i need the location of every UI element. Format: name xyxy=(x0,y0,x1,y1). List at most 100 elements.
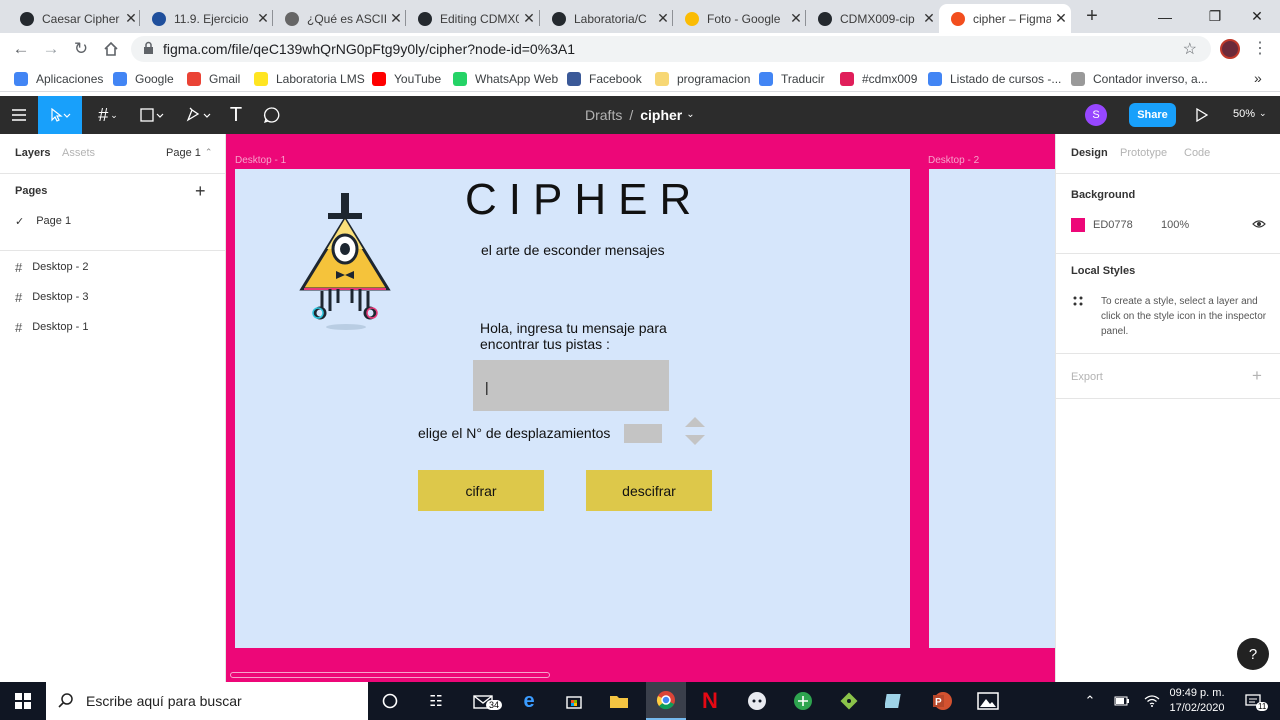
bookmark-item[interactable]: Gmail xyxy=(187,70,240,88)
eye-icon[interactable] xyxy=(1252,219,1266,232)
git-icon[interactable] xyxy=(831,682,867,720)
shift-input[interactable] xyxy=(624,424,662,443)
bookmark-item[interactable]: Traducir xyxy=(759,70,825,88)
file-name[interactable]: cipher xyxy=(640,107,682,123)
tab-layers[interactable]: Layers xyxy=(15,147,50,159)
bookmark-item[interactable]: programacion xyxy=(655,70,750,88)
page-selector[interactable]: Page 1 ⌃ xyxy=(166,147,212,159)
background-hex[interactable]: ED0778 xyxy=(1093,219,1133,231)
browser-tab[interactable]: Foto - Google ✕ xyxy=(673,4,806,33)
tab-close-icon[interactable]: ✕ xyxy=(121,10,141,27)
powerpoint-icon[interactable]: P xyxy=(922,682,962,720)
bookmark-item[interactable]: YouTube xyxy=(372,70,441,88)
browser-tab[interactable]: Laboratoria/C ✕ xyxy=(540,4,673,33)
browser-tab[interactable]: Caesar Cipher ✕ xyxy=(8,4,141,33)
chevron-up-icon[interactable]: ⌃ xyxy=(1079,682,1101,720)
layer-item[interactable]: # Desktop - 2 xyxy=(15,260,88,275)
present-icon[interactable] xyxy=(1190,96,1214,134)
frame-desktop-2[interactable] xyxy=(929,169,1055,648)
browser-tab[interactable]: 11.9. Ejercicio ✕ xyxy=(140,4,273,33)
bookmark-item[interactable]: Facebook xyxy=(567,70,642,88)
task-view-icon[interactable]: ☷ xyxy=(418,682,454,720)
horizontal-scrollbar[interactable] xyxy=(230,672,550,678)
notifications-icon[interactable]: 11 xyxy=(1238,682,1269,720)
new-tab-button[interactable]: + xyxy=(1080,5,1104,27)
frame-label-desktop-2[interactable]: Desktop - 2 xyxy=(928,155,979,166)
stepper-up-icon[interactable] xyxy=(685,417,705,427)
tab-prototype[interactable]: Prototype xyxy=(1120,147,1167,159)
frame-desktop-1[interactable]: CIPHER el arte de esconder mensajes Hola… xyxy=(235,169,910,648)
tab-close-icon[interactable]: ✕ xyxy=(519,10,539,27)
notepad-icon[interactable] xyxy=(876,682,912,720)
home-icon[interactable] xyxy=(99,38,123,60)
text-tool-icon[interactable]: T xyxy=(222,96,250,134)
address-bar[interactable]: figma.com/file/qeC139whQrNG0pFtg9y0ly/ci… xyxy=(131,36,1211,62)
shape-tool-icon[interactable] xyxy=(134,96,170,134)
main-menu-icon[interactable] xyxy=(0,96,38,134)
discord-icon[interactable] xyxy=(739,682,775,720)
browser-tab[interactable]: CDMX009-cip ✕ xyxy=(806,4,939,33)
minimize-button[interactable]: — xyxy=(1142,0,1188,33)
export-title[interactable]: Export xyxy=(1071,371,1103,383)
page-item[interactable]: ✓ Page 1 xyxy=(15,215,71,228)
menu-dots-icon[interactable]: ⋮ xyxy=(1252,38,1268,58)
tab-close-icon[interactable]: ✕ xyxy=(919,10,939,27)
background-swatch[interactable] xyxy=(1071,218,1085,232)
star-icon[interactable]: ☆ xyxy=(1183,39,1197,59)
mail-icon[interactable]: 34 xyxy=(466,682,503,720)
store-icon[interactable] xyxy=(556,682,592,720)
message-input[interactable]: | xyxy=(473,360,669,411)
add-page-icon[interactable]: + xyxy=(195,181,206,202)
clock[interactable]: 09:49 p. m. 17/02/2020 xyxy=(1165,686,1229,716)
layer-item[interactable]: # Desktop - 1 xyxy=(15,320,88,335)
back-icon[interactable]: ← xyxy=(9,38,33,60)
bookmark-item[interactable]: Listado de cursos -... xyxy=(928,70,1061,88)
browser-tab[interactable]: cipher – Figma ✕ xyxy=(939,4,1071,33)
canvas[interactable]: Desktop - 1 Desktop - 2 CIPHER el arte d… xyxy=(226,134,1055,682)
explorer-icon[interactable] xyxy=(601,682,637,720)
tab-close-icon[interactable]: ✕ xyxy=(386,10,406,27)
edge-icon[interactable]: e xyxy=(511,682,547,720)
profile-avatar[interactable] xyxy=(1220,39,1240,59)
tab-assets[interactable]: Assets xyxy=(62,147,95,159)
zoom-dropdown[interactable]: 50% ⌄ xyxy=(1233,108,1267,120)
chrome-icon[interactable] xyxy=(646,682,686,720)
reload-icon[interactable]: ↻ xyxy=(69,38,93,60)
frame-label-desktop-1[interactable]: Desktop - 1 xyxy=(235,155,286,166)
pen-tool-icon[interactable] xyxy=(180,96,216,134)
move-tool-icon[interactable] xyxy=(38,96,82,134)
background-opacity[interactable]: 100% xyxy=(1161,219,1189,231)
stepper-down-icon[interactable] xyxy=(685,435,705,445)
share-button[interactable]: Share xyxy=(1129,103,1176,127)
bookmark-item[interactable]: #cdmx009 xyxy=(840,70,917,88)
frame-tool-icon[interactable]: # ⌄ xyxy=(90,96,126,134)
tab-close-icon[interactable]: ✕ xyxy=(653,10,673,27)
bookmark-item[interactable]: Contador inverso, a... xyxy=(1071,70,1208,88)
tab-close-icon[interactable]: ✕ xyxy=(1051,10,1071,27)
add-export-icon[interactable]: + xyxy=(1252,366,1262,386)
wifi-icon[interactable] xyxy=(1140,682,1164,720)
layer-item[interactable]: # Desktop - 3 xyxy=(15,290,88,305)
user-avatar[interactable]: S xyxy=(1085,104,1107,126)
bookmark-item[interactable]: WhatsApp Web xyxy=(453,70,558,88)
forward-icon[interactable]: → xyxy=(39,38,63,60)
app-icon-green[interactable] xyxy=(785,682,821,720)
cipher-button[interactable]: cifrar xyxy=(418,470,544,511)
photos-icon[interactable] xyxy=(968,682,1008,720)
tab-close-icon[interactable]: ✕ xyxy=(786,10,806,27)
chevron-down-icon[interactable]: ⌄ xyxy=(686,109,694,123)
browser-tab[interactable]: Editing CDMX0 ✕ xyxy=(406,4,539,33)
decipher-button[interactable]: descifrar xyxy=(586,470,712,511)
tab-design[interactable]: Design xyxy=(1071,147,1108,159)
help-button[interactable]: ? xyxy=(1237,638,1269,670)
windows-start-icon[interactable] xyxy=(0,682,46,720)
more-bookmarks-button[interactable]: » xyxy=(1254,70,1262,86)
bookmark-item[interactable]: Aplicaciones xyxy=(14,70,103,88)
taskbar-search[interactable]: Escribe aquí para buscar xyxy=(46,682,368,720)
tab-code[interactable]: Code xyxy=(1184,147,1210,159)
cortana-icon[interactable] xyxy=(372,682,408,720)
bookmark-item[interactable]: Google xyxy=(113,70,174,88)
bookmark-item[interactable]: Laboratoria LMS xyxy=(254,70,365,88)
browser-tab[interactable]: ¿Qué es ASCII ✕ xyxy=(273,4,406,33)
netflix-icon[interactable]: N xyxy=(692,682,728,720)
